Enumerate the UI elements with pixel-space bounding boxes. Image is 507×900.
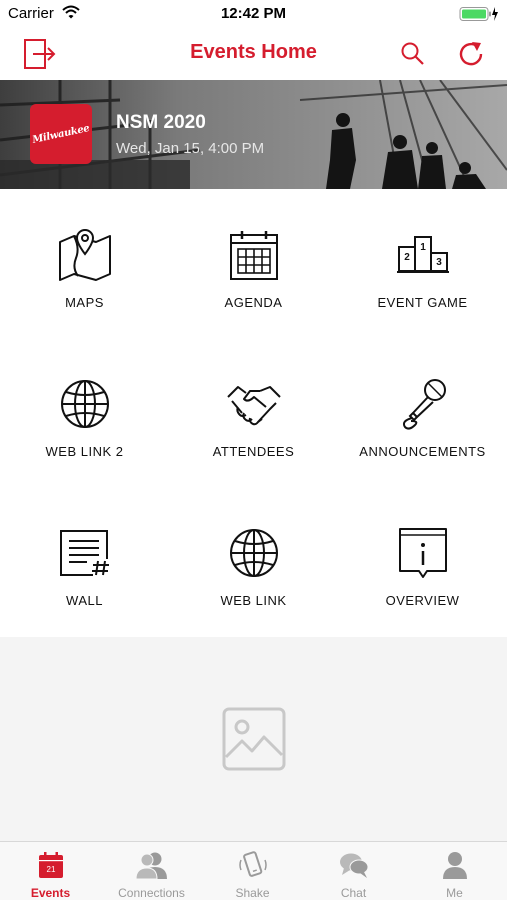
handshake-icon [224,374,284,434]
shake-phone-icon [238,850,268,880]
tile-web-link[interactable]: WEB LINK [169,487,338,636]
tab-shake[interactable]: Shake [202,842,303,900]
image-placeholder-area [0,637,507,841]
page-title: Events Home [190,41,317,63]
tab-label: Connections [118,886,185,900]
tile-agenda[interactable]: AGENDA [169,189,338,338]
tile-event-game[interactable]: 1 2 3 EVENT GAME [338,189,507,338]
calendar-icon: 21 [38,850,64,880]
refresh-icon [459,42,483,66]
person-icon [442,850,468,880]
tab-bar: 21 Events Connections Shake Chat Me [0,841,507,900]
globe-icon [55,374,115,434]
tile-attendees[interactable]: ATTENDEES [169,338,338,487]
tab-label: Shake [235,886,270,900]
tile-label: EVENT GAME [377,295,468,310]
event-logo: Milwaukee [30,104,92,164]
image-placeholder-icon [222,707,286,771]
podium-second-label: 2 [404,252,410,263]
tab-label: Chat [340,886,367,900]
tile-label: WEB LINK [220,593,287,608]
calendar-day-number: 21 [46,865,55,874]
podium-icon: 1 2 3 [393,225,453,285]
event-banner[interactable]: Milwaukee [0,80,507,189]
microphone-icon [393,374,453,434]
tile-label: MAPS [65,295,104,310]
tile-label: WEB LINK 2 [45,444,124,459]
tile-label: WALL [66,593,103,608]
people-icon [134,850,169,880]
tile-label: ANNOUNCEMENTS [359,444,486,459]
search-button[interactable] [396,37,430,71]
map-pin-icon [55,225,115,285]
refresh-button[interactable] [454,37,488,71]
feature-grid: MAPS AGENDA 1 2 3 EVENT GAME WEB LINK 2 … [0,189,507,637]
event-date: Wed, Jan 15, 4:00 PM [116,140,265,157]
tile-label: ATTENDEES [212,444,295,459]
event-logo-text: Milwaukee [31,122,91,146]
tab-connections[interactable]: Connections [101,842,202,900]
event-name: NSM 2020 [116,112,206,133]
podium-first-label: 1 [420,242,426,253]
status-time: 12:42 PM [220,5,287,22]
podium-third-label: 3 [436,257,442,268]
tile-maps[interactable]: MAPS [0,189,169,338]
tile-web-link-2[interactable]: WEB LINK 2 [0,338,169,487]
tile-label: AGENDA [224,295,283,310]
tab-me[interactable]: Me [404,842,505,900]
tile-label: OVERVIEW [385,593,460,608]
globe-icon [224,523,284,583]
tile-wall[interactable]: WALL [0,487,169,636]
search-icon [401,42,424,65]
tab-events[interactable]: 21 Events [0,842,101,900]
document-hash-icon [55,523,115,583]
chat-bubbles-icon [338,850,370,880]
tile-announcements[interactable]: ANNOUNCEMENTS [338,338,507,487]
navigation-bar: Events Home [0,28,507,80]
calendar-icon [224,225,284,285]
tab-label: Me [446,886,463,900]
battery-icon [459,6,499,27]
tab-chat[interactable]: Chat [303,842,404,900]
status-bar: Carrier 12:42 PM [0,0,507,28]
tile-overview[interactable]: OVERVIEW [338,487,507,636]
info-icon [393,523,453,583]
tab-label: Events [30,886,71,900]
